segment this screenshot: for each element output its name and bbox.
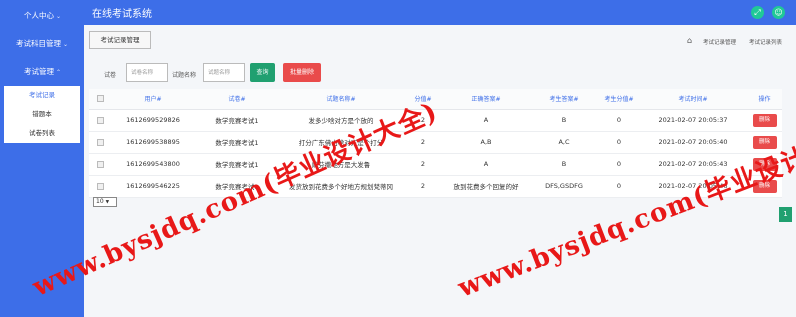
select-all-cell [89, 89, 111, 110]
cell-score: 2 [403, 175, 443, 198]
delete-button[interactable]: 删除 [752, 113, 777, 127]
cell-user: 1612699529826 [111, 109, 195, 132]
cell-answer: 放到花费多个回复的好 [443, 175, 529, 198]
column-header-time[interactable]: 考试时间# [639, 89, 747, 110]
sidebar-item-exam-mgmt[interactable]: 考试管理 ⌃ [0, 58, 84, 86]
pagination-current-page[interactable]: 1 [779, 207, 792, 222]
cell-answer: A [443, 153, 529, 176]
cell-student-answer: A,C [529, 131, 599, 154]
table-row: 1612699543800 数学竞赛考试1 萨芬撒地方是大发鲁 2 A B 0 … [89, 153, 782, 176]
question-name-input[interactable] [203, 63, 245, 82]
column-header-student-score[interactable]: 考生分值# [599, 89, 639, 110]
cell-student-answer: DFS,GSDFG [529, 175, 599, 198]
sidebar-item-label: 考试科目管理 [16, 39, 61, 48]
row-checkbox[interactable] [96, 138, 104, 146]
cell-score: 2 [403, 153, 443, 176]
column-header-student-answer[interactable]: 考生答案# [529, 89, 599, 110]
cell-paper: 数学竞赛考试1 [195, 109, 279, 132]
top-bar: 在线考试系统 ⤢ ☺ [84, 0, 796, 25]
per-page-select[interactable]: 10 ▼ [93, 197, 117, 207]
cell-student-score: 0 [599, 109, 639, 132]
cell-student-answer: B [529, 153, 599, 176]
per-page-value: 10 [96, 198, 104, 205]
cell-action: 删除 [747, 109, 782, 132]
chevron-down-icon: ⌄ [63, 41, 69, 48]
paper-filter-label: 试卷 [104, 72, 117, 79]
row-select-cell [89, 131, 111, 154]
column-header-question[interactable]: 试题名称# [279, 89, 403, 110]
paper-name-input[interactable] [126, 63, 168, 82]
cell-answer: A [443, 109, 529, 132]
sidebar-item-exam-records[interactable]: 考试记录 [4, 86, 80, 105]
column-header-user[interactable]: 用户# [111, 89, 195, 110]
row-select-cell [89, 109, 111, 132]
chevron-down-icon: ▼ [105, 200, 110, 205]
column-header-paper[interactable]: 试卷# [195, 89, 279, 110]
select-all-checkbox[interactable] [96, 95, 104, 103]
breadcrumb-item: 考试记录列表 [749, 40, 783, 46]
cell-paper: 数学竞赛考试1 [195, 131, 279, 154]
sidebar-item-paper-list[interactable]: 试卷列表 [4, 124, 80, 143]
chevron-up-icon: ⌃ [56, 69, 62, 76]
home-icon[interactable]: ⌂ [687, 36, 692, 45]
row-checkbox[interactable] [96, 160, 104, 168]
column-header-answer[interactable]: 正确答案# [443, 89, 529, 110]
app-title: 在线考试系统 [92, 9, 152, 20]
row-checkbox[interactable] [96, 116, 104, 124]
cell-student-answer: B [529, 109, 599, 132]
row-select-cell [89, 175, 111, 198]
exam-records-table: 用户# 试卷# 试题名称# 分值# 正确答案# 考生答案# 考生分值# 考试时间… [89, 89, 782, 198]
row-checkbox[interactable] [96, 182, 104, 190]
cell-user: 1612699538895 [111, 131, 195, 154]
sidebar-submenu: 考试记录 错题本 试卷列表 [4, 86, 80, 143]
cell-student-score: 0 [599, 131, 639, 154]
chevron-down-icon: ⌄ [56, 13, 62, 20]
sidebar-item-subject-mgmt[interactable]: 考试科目管理 ⌄ [0, 30, 84, 58]
table-header-row: 用户# 试卷# 试题名称# 分值# 正确答案# 考生答案# 考生分值# 考试时间… [89, 89, 782, 110]
sidebar-item-label: 个人中心 [24, 11, 54, 20]
cell-time: 2021-02-07 20:05:40 [639, 131, 747, 154]
page-title-button[interactable]: 考试记录管理 [89, 31, 151, 49]
batch-delete-button[interactable]: 批量删除 [283, 63, 321, 82]
breadcrumb-item[interactable]: 考试记录管理 [703, 38, 736, 46]
sidebar-item-personal-center[interactable]: 个人中心 ⌄ [0, 2, 84, 30]
user-icon[interactable]: ☺ [772, 6, 785, 19]
column-header-action: 操作 [747, 89, 782, 110]
sidebar-item-label: 考试管理 [24, 67, 54, 76]
cell-user: 1612699546225 [111, 175, 195, 198]
question-filter-label: 试题名称 [172, 72, 197, 79]
search-button[interactable]: 查询 [250, 63, 275, 82]
cell-answer: A,B [443, 131, 529, 154]
cell-user: 1612699543800 [111, 153, 195, 176]
cell-time: 2021-02-07 20:05:37 [639, 109, 747, 132]
cell-student-score: 0 [599, 175, 639, 198]
row-select-cell [89, 153, 111, 176]
cell-student-score: 0 [599, 153, 639, 176]
table-row: 1612699538895 数学竞赛考试1 打分广东佛山啥对方是个打分 2 A,… [89, 131, 782, 154]
expand-icon[interactable]: ⤢ [751, 6, 764, 19]
sidebar-item-wrong-book[interactable]: 错题本 [4, 105, 80, 124]
